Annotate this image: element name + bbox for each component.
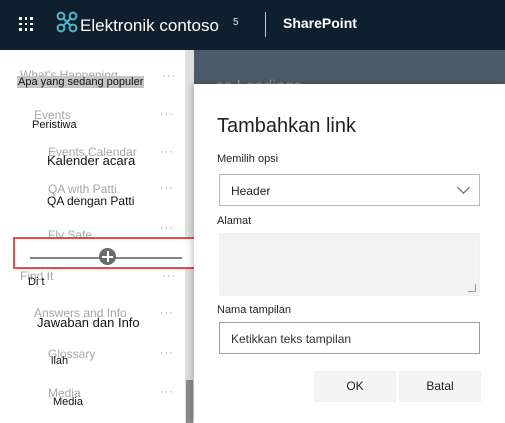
nav-scrollbar-thumb[interactable] [186,380,193,423]
suite-divider [265,12,266,37]
suite-bar: Elektronik contoso 5 SharePoint [0,0,505,50]
panel-title: Tambahkan link [217,115,356,137]
nav-item-whats-happening[interactable]: Apa yang sedang populer [17,76,145,88]
sharepoint-logo-icon [56,11,78,33]
nav-item-events[interactable]: Peristiwa [32,119,77,131]
nav-item-answers-and-info[interactable]: Jawaban dan Info [37,315,140,330]
option-label: Memilih opsi [217,153,279,165]
option-select-value: Header [231,184,271,198]
display-name-placeholder: Ketikkan teks tampilan [231,332,352,346]
address-label: Alamat [217,215,252,227]
chevron-down-icon [457,181,470,194]
more-options-icon[interactable]: ··· [160,108,174,120]
display-name-input[interactable]: Ketikkan teks tampilan [219,322,480,354]
more-options-icon[interactable]: ··· [160,386,174,398]
nav-item-qa-with-patti[interactable]: QA dengan Patti [47,194,134,208]
nav-item-find-it[interactable]: Di t [28,276,45,288]
nav-item-events-calendar[interactable]: Kalender acara [47,153,135,168]
more-options-icon[interactable]: ··· [162,270,176,282]
site-name[interactable]: Elektronik contoso [80,16,219,36]
more-options-icon[interactable]: ··· [160,182,174,194]
site-name-suffix: 5 [233,17,239,28]
nav-item-glossary[interactable]: ilah [51,355,68,367]
resize-grip-icon[interactable] [468,284,476,292]
cancel-button[interactable]: Batal [399,371,481,402]
add-link-panel: Tambahkan link Memilih opsi Header Alama… [194,84,505,423]
insert-link-highlight [13,237,197,269]
add-link-plus-icon[interactable] [99,248,116,265]
nav-item-label: Apa yang sedang populer [17,76,145,88]
address-textarea[interactable] [219,233,480,296]
app-name[interactable]: SharePoint [283,15,357,31]
more-options-icon[interactable]: ··· [160,222,174,234]
nav-item-media[interactable]: Media [53,396,83,408]
waffle-icon[interactable] [19,17,33,31]
option-select[interactable]: Header [219,174,480,206]
more-options-icon[interactable]: ··· [160,146,174,158]
more-options-icon[interactable]: ··· [160,347,174,359]
ok-button[interactable]: OK [314,371,396,402]
display-name-label: Nama tampilan [217,304,291,316]
more-options-icon[interactable]: ··· [160,307,174,319]
more-options-icon[interactable]: ··· [162,70,176,82]
